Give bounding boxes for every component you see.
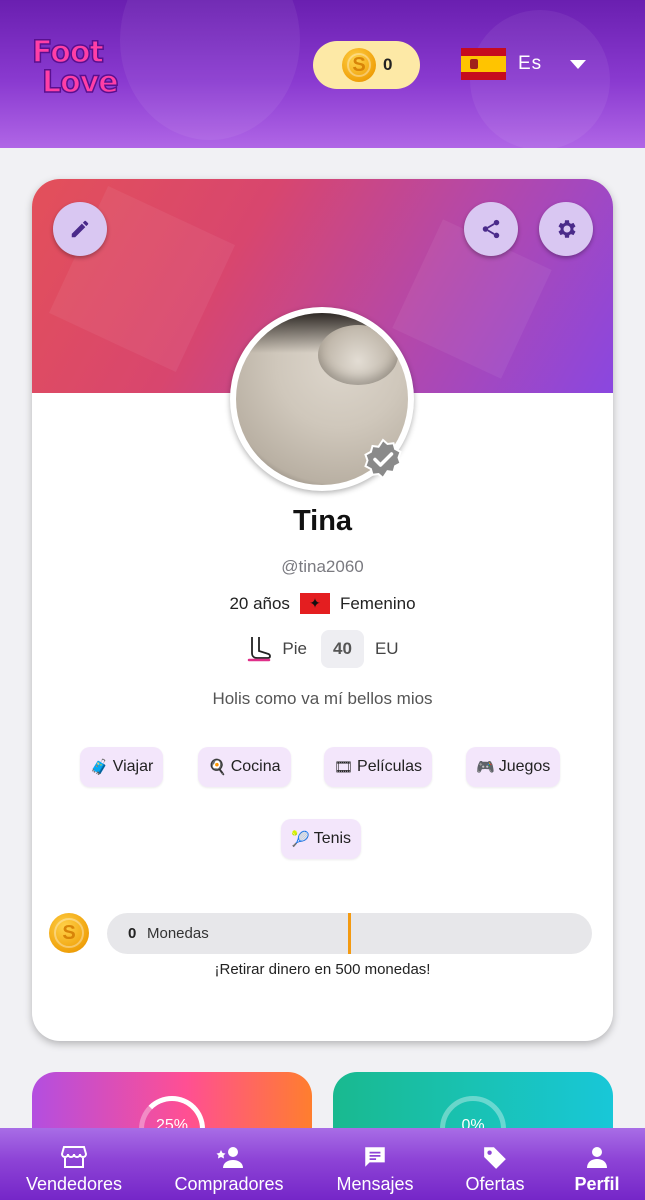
interest-tag: 🎮 Juegos xyxy=(466,747,561,787)
coins-progress-bar: 0 Monedas xyxy=(107,913,592,954)
app-header: Foot Love S 0 Es xyxy=(0,0,645,148)
profile-age: 20 años xyxy=(229,593,290,613)
nav-label: Vendedores xyxy=(25,1174,123,1194)
nav-item-vendedores[interactable]: Vendedores xyxy=(14,1128,134,1200)
nav-item-ofertas[interactable]: Ofertas xyxy=(452,1128,538,1200)
coin-balance-button[interactable]: S 0 xyxy=(313,41,420,89)
logo-text-top: Foot xyxy=(31,35,104,70)
foot-label: Pie xyxy=(282,639,307,658)
luggage-icon: 🧳 xyxy=(90,759,109,776)
nav-label: Compradores xyxy=(174,1174,284,1194)
header-decoration xyxy=(120,0,300,140)
settings-button[interactable] xyxy=(539,202,593,256)
nav-label: Perfil xyxy=(574,1174,620,1194)
bottom-navigation: Vendedores Compradores Mensajes Ofertas … xyxy=(0,1128,645,1200)
share-button[interactable] xyxy=(464,202,518,256)
edit-profile-button[interactable] xyxy=(53,202,107,256)
interest-tag: 🍳 Cocina xyxy=(198,747,291,787)
nav-label: Mensajes xyxy=(336,1174,414,1194)
gamepad-icon: 🎮 xyxy=(476,759,495,776)
profile-info-row: 20 años ✦ Femenino xyxy=(32,593,613,614)
coins-value: 0 xyxy=(128,925,137,942)
profile-handle: @tina2060 xyxy=(281,557,364,576)
interest-tag: 🧳 Viajar xyxy=(80,747,164,787)
tennis-icon: 🎾 xyxy=(291,831,310,848)
profile-name: Tina xyxy=(292,505,353,537)
coins-label: Monedas xyxy=(147,925,209,942)
coin-balance-value: 0 xyxy=(383,55,393,74)
store-icon xyxy=(61,1146,87,1168)
interest-label: Tenis xyxy=(313,830,352,847)
person-icon xyxy=(587,1147,607,1168)
nav-item-perfil[interactable]: Perfil xyxy=(562,1128,632,1200)
app-logo[interactable]: Foot Love xyxy=(30,35,126,102)
profile-bio: Holis como va mí bellos mios xyxy=(212,689,433,708)
pencil-icon xyxy=(71,220,89,238)
foot-icon xyxy=(248,637,272,662)
progress-marker xyxy=(348,913,351,954)
albania-flag-icon: ✦ xyxy=(299,593,330,614)
foot-size-unit: EU xyxy=(374,639,399,658)
message-icon xyxy=(365,1147,385,1167)
foot-size-value: 40 xyxy=(320,630,364,668)
logo-text-bottom: Love xyxy=(41,65,119,100)
language-selector[interactable]: Es xyxy=(461,48,587,80)
interest-tag: 🎞 Películas xyxy=(324,747,432,787)
interest-label: Películas xyxy=(357,758,422,775)
chevron-down-icon xyxy=(570,59,587,69)
profile-gender: Femenino xyxy=(339,593,416,613)
interest-label: Juegos xyxy=(498,758,551,775)
foot-size-row: Pie 40 EU xyxy=(32,630,613,668)
interest-tag: 🎾 Tenis xyxy=(281,819,362,859)
share-icon xyxy=(482,219,500,239)
coin-icon: S xyxy=(49,913,89,953)
users-icon xyxy=(216,1147,243,1168)
film-icon: 🎞 xyxy=(334,759,354,776)
interest-label: Viajar xyxy=(112,758,154,775)
gear-icon xyxy=(558,220,576,238)
frying-pan-icon: 🍳 xyxy=(208,759,227,776)
language-code: Es xyxy=(518,53,543,74)
verified-badge-icon xyxy=(364,438,402,480)
interest-label: Cocina xyxy=(230,758,281,775)
tag-icon xyxy=(484,1147,506,1169)
nav-item-mensajes[interactable]: Mensajes xyxy=(325,1128,425,1200)
spain-flag-icon xyxy=(461,48,506,80)
withdraw-info: ¡Retirar dinero en 500 monedas! xyxy=(214,961,431,978)
nav-label: Ofertas xyxy=(465,1174,525,1194)
profile-card: Tina @tina2060 20 años ✦ Femenino Pie 40… xyxy=(32,179,613,1041)
nav-item-compradores[interactable]: Compradores xyxy=(164,1128,294,1200)
coin-icon: S xyxy=(342,48,376,82)
